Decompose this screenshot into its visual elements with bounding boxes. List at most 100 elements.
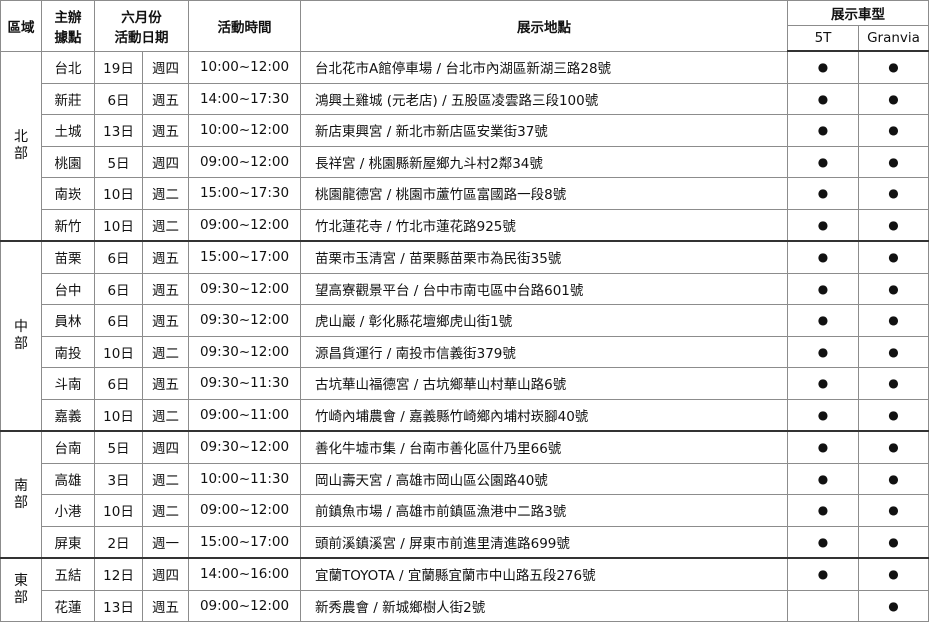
model-granvia-cell: ● xyxy=(858,335,929,368)
time-cell: 09:00~11:00 xyxy=(188,398,301,432)
model-5t-cell: ● xyxy=(787,177,859,210)
model-granvia-cell: ● xyxy=(858,82,929,115)
time-cell: 09:00~12:00 xyxy=(188,494,301,527)
date-cell: 10日 xyxy=(94,208,143,242)
table-row: 屏東 2日 週一 15:00~17:00 頭前溪鎮溪宮 / 屏東市前進里清進路699號 ●… xyxy=(1,525,929,559)
availability-dot-icon: ● xyxy=(888,313,899,328)
weekday-cell: 週四 xyxy=(142,145,189,178)
site-cell: 台北 xyxy=(41,50,95,84)
time-cell: 09:30~12:00 xyxy=(188,430,301,464)
location-cell: 望高寮觀景平台 / 台中市南屯區中台路601號 xyxy=(300,272,788,305)
availability-dot-icon: ● xyxy=(817,281,829,296)
location-cell: 鴻興土雞城 (元老店) / 五股區凌雲路三段100號 xyxy=(300,82,788,115)
site-cell: 員林 xyxy=(41,304,95,337)
model-granvia-cell: ● xyxy=(858,145,929,178)
header-organizer: 主辦 據點 xyxy=(41,0,95,52)
model-granvia-cell: ● xyxy=(858,177,929,210)
region-char: 南 xyxy=(14,477,28,494)
weekday-cell: 週五 xyxy=(142,304,189,337)
site-cell: 南投 xyxy=(41,335,95,368)
availability-dot-icon: ● xyxy=(888,567,899,582)
availability-dot-icon: ● xyxy=(817,123,829,138)
availability-dot-icon: ● xyxy=(888,376,899,391)
table-row: 土城 13日 週五 10:00~12:00 新店東興宮 / 新北市新店區安業街37號 ● ● xyxy=(1,114,929,147)
model-5t-cell: ● xyxy=(787,462,859,495)
site-cell: 台南 xyxy=(41,430,95,464)
event-schedule-table: 區域 主辦 據點 六月份 活動日期 活動時間 展示地點 展示車型 5T Gran… xyxy=(0,0,929,622)
model-granvia-cell: ● xyxy=(858,430,929,464)
model-5t-cell: ● xyxy=(787,430,859,464)
availability-dot-icon: ● xyxy=(817,376,829,391)
date-cell: 5日 xyxy=(94,430,143,464)
table-row: 新莊 6日 週五 14:00~17:30 鴻興土雞城 (元老店) / 五股區凌雲路三段1… xyxy=(1,82,929,115)
model-5t-cell: ● xyxy=(787,82,859,115)
header-location: 展示地點 xyxy=(300,0,788,52)
model-5t-cell: ● xyxy=(787,335,859,368)
table-row: 桃園 5日 週四 09:00~12:00 長祥宮 / 桃園縣新屋鄉九斗村2鄰34號 ● ● xyxy=(1,145,929,178)
region-cell: 北部 xyxy=(0,50,42,242)
model-granvia-cell: ● xyxy=(858,272,929,305)
weekday-cell: 週二 xyxy=(142,335,189,368)
weekday-cell: 週五 xyxy=(142,114,189,147)
table-row: 花蓮 13日 週五 09:00~12:00 新秀農會 / 新城鄉樹人街2號 ● xyxy=(1,589,929,622)
date-cell: 3日 xyxy=(94,462,143,495)
availability-dot-icon: ● xyxy=(888,186,899,201)
table-row: 員林 6日 週五 09:30~12:00 虎山巖 / 彰化縣花壇鄉虎山街1號 ● ● xyxy=(1,304,929,337)
time-cell: 09:30~12:00 xyxy=(188,304,301,337)
availability-dot-icon: ● xyxy=(817,344,829,359)
region-cell: 南部 xyxy=(0,430,42,559)
location-cell: 虎山巖 / 彰化縣花壇鄉虎山街1號 xyxy=(300,304,788,337)
model-granvia-cell: ● xyxy=(858,462,929,495)
time-cell: 10:00~11:30 xyxy=(188,462,301,495)
availability-dot-icon: ● xyxy=(888,534,899,549)
site-cell: 嘉義 xyxy=(41,398,95,432)
location-cell: 源昌貨運行 / 南投市信義街379號 xyxy=(300,335,788,368)
weekday-cell: 週二 xyxy=(142,494,189,527)
table-row: 東部五結 12日 週四 14:00~16:00 宜蘭TOYOTA / 宜蘭縣宜蘭市中山路… xyxy=(0,557,929,622)
region-char: 部 xyxy=(14,336,28,352)
weekday-cell: 週二 xyxy=(142,398,189,432)
date-cell: 10日 xyxy=(94,335,143,368)
availability-dot-icon: ● xyxy=(817,471,829,486)
model-5t-cell: ● xyxy=(787,145,859,178)
model-granvia-cell: ● xyxy=(858,240,929,274)
model-5t-cell: ● xyxy=(787,557,859,591)
site-cell: 台中 xyxy=(41,272,95,305)
weekday-cell: 週四 xyxy=(142,557,189,591)
table-row: 北部台北 19日 週四 10:00~12:00 台北花市A館停車場 / 台北市內湖區新湖… xyxy=(0,50,929,242)
location-cell: 竹北蓮花寺 / 竹北市蓮花路925號 xyxy=(300,208,788,242)
date-cell: 6日 xyxy=(94,367,143,400)
availability-dot-icon: ● xyxy=(888,407,899,422)
header-time: 活動時間 xyxy=(188,0,301,52)
model-5t-cell: ● xyxy=(787,494,859,527)
header-date-line2: 活動日期 xyxy=(114,29,169,46)
table-row: 嘉義 10日 週二 09:00~11:00 竹崎內埔農會 / 嘉義縣竹崎鄉內埔村崁腳40… xyxy=(1,398,929,432)
weekday-cell: 週四 xyxy=(142,430,189,464)
time-cell: 15:00~17:00 xyxy=(188,240,301,274)
time-cell: 09:30~12:00 xyxy=(188,272,301,305)
time-cell: 09:00~12:00 xyxy=(188,589,301,622)
location-cell: 桃園龍德宮 / 桃園市蘆竹區富國路一段8號 xyxy=(300,177,788,210)
date-cell: 13日 xyxy=(94,114,143,147)
site-cell: 高雄 xyxy=(41,462,95,495)
weekday-cell: 週五 xyxy=(142,589,189,622)
availability-dot-icon: ● xyxy=(817,567,829,582)
site-cell: 斗南 xyxy=(41,367,95,400)
availability-dot-icon: ● xyxy=(817,186,829,201)
model-5t-cell: ● xyxy=(787,398,859,432)
availability-dot-icon: ● xyxy=(817,60,829,75)
date-cell: 12日 xyxy=(94,557,143,591)
region-char: 東 xyxy=(14,573,28,589)
header-model-5t: 5T xyxy=(787,25,859,52)
availability-dot-icon: ● xyxy=(888,217,899,232)
header-organizer-line2: 據點 xyxy=(54,29,82,46)
model-5t-cell: ● xyxy=(787,525,859,559)
model-5t-cell xyxy=(787,589,859,622)
time-cell: 14:00~16:00 xyxy=(188,557,301,591)
site-cell: 五結 xyxy=(41,557,95,591)
model-granvia-cell: ● xyxy=(858,589,929,622)
model-5t-cell: ● xyxy=(787,240,859,274)
site-cell: 新竹 xyxy=(41,208,95,242)
availability-dot-icon: ● xyxy=(888,471,899,486)
location-cell: 頭前溪鎮溪宮 / 屏東市前進里清進路699號 xyxy=(300,525,788,559)
